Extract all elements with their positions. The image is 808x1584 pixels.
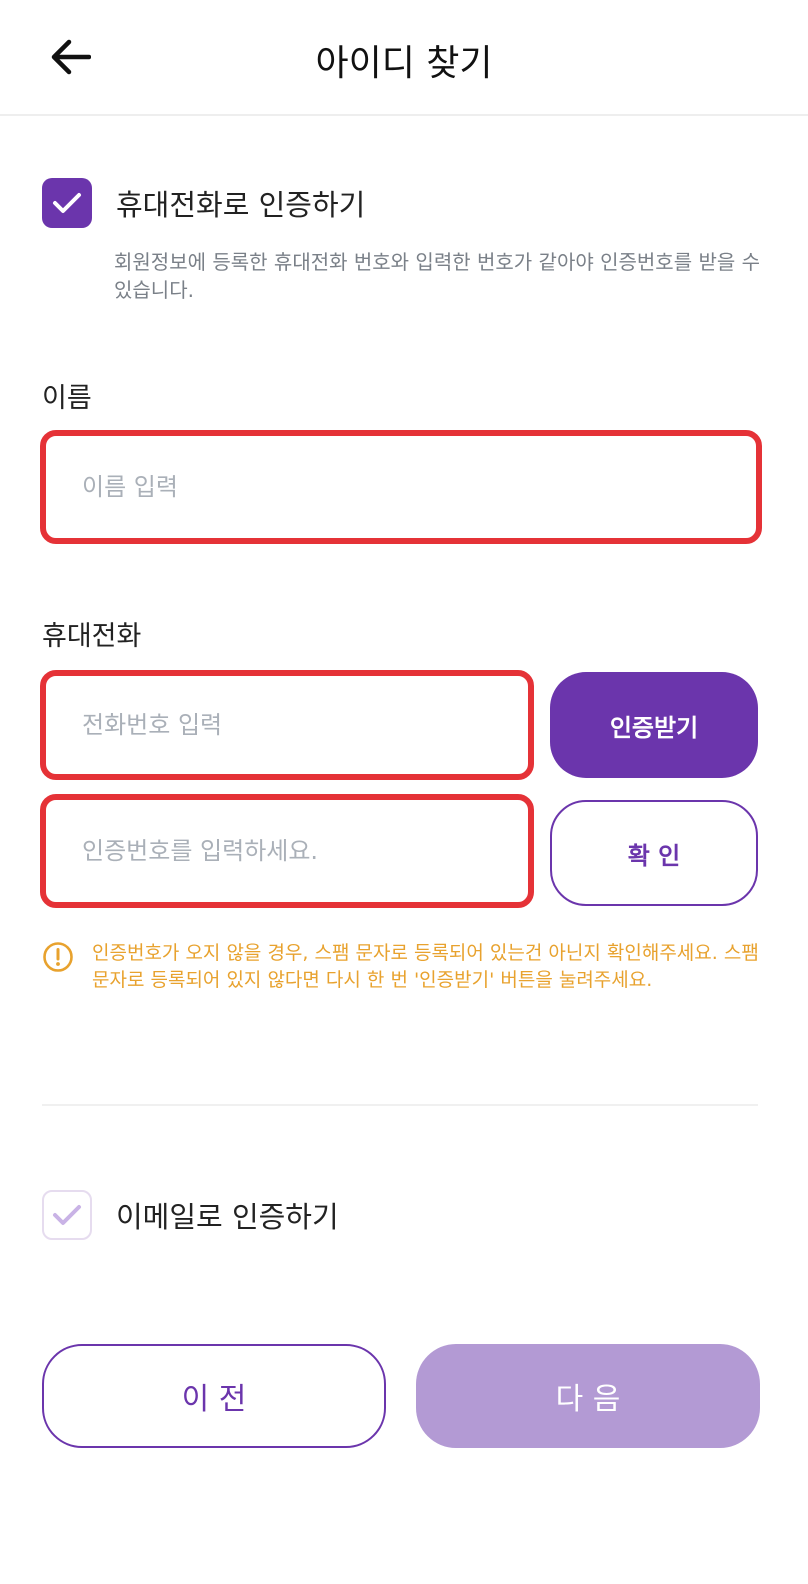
name-input[interactable] (82, 473, 756, 501)
verification-code-input[interactable] (82, 837, 528, 865)
phone-auth-label: 휴대전화로 인증하기 (116, 188, 366, 222)
notice-text: 인증번호가 오지 않을 경우, 스팸 문자로 등록되어 있는건 아닌지 확인해주… (92, 942, 759, 991)
next-button[interactable]: 다 음 (416, 1344, 760, 1448)
phone-auth-checkbox[interactable] (42, 178, 92, 228)
prev-button[interactable]: 이 전 (42, 1344, 386, 1448)
checkmark-icon (53, 193, 81, 213)
code-input-box (40, 794, 534, 908)
section-divider (42, 1104, 758, 1106)
phone-auth-description: 회원정보에 등록한 휴대전화 번호와 입력한 번호가 같아야 인증번호를 받을 … (114, 250, 761, 302)
app-header: 아이디 찾기 (0, 0, 808, 116)
email-auth-option[interactable]: 이메일로 인증하기 (42, 1190, 339, 1240)
checkmark-icon (53, 1205, 81, 1225)
confirm-code-button[interactable]: 확 인 (550, 800, 758, 906)
name-label: 이름 (42, 383, 92, 414)
phone-input-box (40, 670, 534, 780)
spam-notice: 인증번호가 오지 않을 경우, 스팸 문자로 등록되어 있는건 아닌지 확인해주… (42, 940, 762, 994)
request-code-button[interactable]: 인증받기 (550, 672, 758, 778)
phone-auth-option[interactable]: 휴대전화로 인증하기 (42, 178, 365, 228)
exclamation-circle-icon (43, 942, 73, 972)
phone-label: 휴대전화 (42, 621, 142, 652)
name-input-box (40, 430, 762, 544)
email-auth-label: 이메일로 인증하기 (116, 1200, 339, 1234)
email-auth-checkbox[interactable] (42, 1190, 92, 1240)
page-title: 아이디 찾기 (315, 43, 493, 84)
phone-input[interactable] (82, 711, 528, 739)
